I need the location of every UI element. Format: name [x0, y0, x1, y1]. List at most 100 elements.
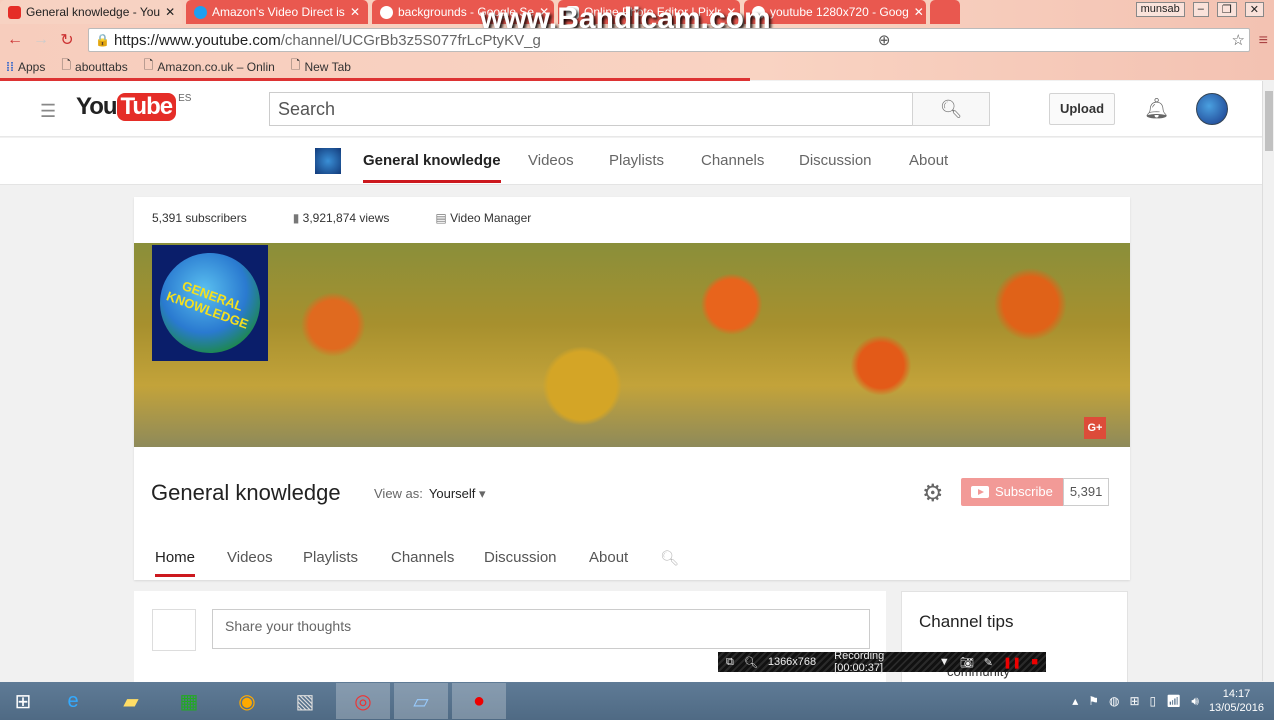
pencil-icon[interactable]: ✎ — [984, 656, 993, 669]
windows-taskbar: ⊞ e ▰ ▦ ◉ ▧ ◎ ▱ ● ▴ ⚑ ◍ ⊞ ▯ 📶︎ 🔊︎ 14:17 1… — [0, 682, 1274, 720]
subscriber-count: 5,391 subscribers — [152, 211, 247, 225]
address-bar[interactable]: 🔒 https://www.youtube.com/channel/UCGrBb… — [88, 28, 1250, 52]
hamburger-menu-icon[interactable]: ☰ — [40, 101, 56, 122]
youtube-play-icon — [971, 486, 989, 498]
channel-header-card: 5,391 subscribers ▮ 3,921,874 views ▤ Vi… — [134, 197, 1130, 580]
browser-tab[interactable]: Amazon's Video Direct is ✕ — [186, 0, 368, 24]
channel-nav-playlists[interactable]: Playlists — [609, 152, 664, 169]
notifications-bell-icon[interactable]: 🔔︎ — [1144, 96, 1169, 121]
new-tab-button[interactable] — [930, 0, 960, 24]
close-tab-icon[interactable]: ✕ — [350, 5, 360, 19]
browser-tab[interactable]: youtube 1280x720 - Goog ✕ — [744, 0, 926, 24]
pause-icon[interactable]: ❚❚ — [1003, 656, 1021, 669]
bookmark-item[interactable]: 🗋 New Tab — [291, 56, 351, 77]
chrome-menu-icon[interactable]: ≡ — [1259, 32, 1268, 50]
google-plus-link[interactable]: G+ — [1084, 417, 1106, 439]
bookmark-star-icon[interactable]: ☆ — [1232, 31, 1245, 49]
close-window-button[interactable]: ✕ — [1244, 2, 1264, 17]
battery-icon[interactable]: ▯ — [1150, 694, 1157, 708]
channel-avatar[interactable]: GENERAL KNOWLEDGE — [145, 238, 275, 368]
channel-search-icon[interactable]: 🔍︎ — [660, 549, 679, 567]
settings-gear-icon[interactable]: ⚙ — [922, 479, 944, 508]
search-input[interactable]: Search — [269, 92, 913, 126]
subscriber-count-badge: 5,391 — [1062, 478, 1110, 506]
restore-button[interactable]: ❐ — [1216, 2, 1237, 17]
view-count: ▮ 3,921,874 views — [292, 211, 390, 225]
channel-banner: GENERAL KNOWLEDGE G+ — [134, 238, 1130, 447]
file-explorer-icon[interactable]: ▰ — [104, 683, 158, 719]
camera-icon[interactable]: 📷︎ — [960, 656, 974, 669]
show-hidden-icons[interactable]: ▴ — [1072, 694, 1078, 708]
stop-icon[interactable]: ■ — [1031, 656, 1038, 668]
window-mode-icon[interactable]: ⧉ — [726, 656, 734, 669]
system-tray: ▴ ⚑ ◍ ⊞ ▯ 📶︎ 🔊︎ 14:17 13/05/2016 — [1072, 687, 1274, 715]
action-center-flag-icon[interactable]: ⚑ — [1088, 694, 1099, 708]
page-icon: 🗋 — [61, 58, 72, 72]
forward-icon[interactable]: → — [30, 31, 52, 49]
video-manager-link[interactable]: ▤ Video Manager — [435, 211, 531, 225]
bar-chart-icon: ▮ — [292, 211, 303, 225]
page-icon: 🗋 — [143, 58, 154, 72]
search-icon: 🔍︎ — [939, 99, 963, 119]
channel-nav-about[interactable]: About — [909, 152, 948, 169]
view-as-dropdown[interactable]: View as: Yourself ▾ — [374, 486, 486, 502]
browser-chrome: General knowledge - You ✕ Amazon's Video … — [0, 0, 1274, 81]
app-icon[interactable]: ▧ — [278, 683, 332, 719]
dropdown-arrow-icon: ▾ — [479, 486, 486, 501]
channel-nav-discussion[interactable]: Discussion — [799, 152, 872, 169]
browser-tab[interactable]: General knowledge - You ✕ — [0, 0, 182, 24]
youtube-favicon-icon — [8, 5, 21, 19]
share-thoughts-input[interactable]: Share your thoughts — [212, 609, 870, 649]
tab-playlists[interactable]: Playlists — [303, 549, 358, 566]
youtube-logo[interactable]: You Tube ES — [76, 93, 191, 121]
tray-app-icon[interactable]: ◍ — [1109, 694, 1119, 708]
windows-tray-icon[interactable]: ⊞ — [1129, 694, 1139, 708]
bandicam-icon[interactable]: ● — [452, 683, 506, 719]
notepad-icon[interactable]: ▱ — [394, 683, 448, 719]
channel-nav-channels[interactable]: Channels — [701, 152, 764, 169]
tab-discussion[interactable]: Discussion — [484, 549, 557, 566]
video-manager-icon: ▤ — [435, 211, 451, 225]
share-post-card: Share your thoughts — [134, 591, 886, 691]
internet-explorer-icon[interactable]: e — [46, 683, 100, 719]
magnifier-icon: 🔍︎ — [743, 656, 758, 669]
close-tab-icon[interactable]: ✕ — [914, 5, 924, 19]
channel-nav-home[interactable]: General knowledge — [363, 152, 501, 183]
channel-thumbnail[interactable] — [315, 148, 341, 174]
apps-grid-icon: ⁞⁞ — [6, 59, 14, 74]
search-button[interactable]: 🔍︎ — [912, 92, 990, 126]
page-icon: 🗋 — [290, 58, 301, 72]
bookmarks-bar: ⁞⁞ Apps 🗋 abouttabs 🗋 Amazon.co.uk – Onlin … — [6, 56, 351, 77]
subscribe-button[interactable]: Subscribe 5,391 — [961, 478, 1110, 506]
reload-icon[interactable]: ↻ — [56, 30, 78, 50]
channel-tips-title: Channel tips — [919, 612, 1014, 631]
close-tab-icon[interactable]: ✕ — [165, 5, 175, 19]
channel-nav-videos[interactable]: Videos — [528, 152, 574, 169]
bookmark-apps[interactable]: ⁞⁞ Apps — [6, 56, 45, 77]
tab-videos[interactable]: Videos — [227, 549, 273, 566]
tab-home[interactable]: Home — [155, 549, 196, 577]
volume-icon[interactable]: 🔊︎ — [1191, 694, 1199, 709]
lock-icon: 🔒 — [95, 33, 110, 47]
zoom-icon[interactable]: ⊕ — [878, 31, 891, 49]
network-signal-icon[interactable]: 📶︎ — [1166, 694, 1181, 708]
channel-tips-card: Channel tips community — [901, 591, 1128, 691]
back-icon[interactable]: ← — [4, 31, 26, 49]
minimize-button[interactable]: – — [1192, 2, 1209, 17]
tab-about[interactable]: About — [589, 549, 628, 566]
bandicam-recorder-bar: ⧉ 🔍︎ 1366x768 Recording [00:00:37] ▼ 📷︎ … — [718, 650, 1046, 674]
clock[interactable]: 14:17 13/05/2016 — [1209, 687, 1264, 715]
bookmark-item[interactable]: 🗋 Amazon.co.uk – Onlin — [144, 56, 275, 77]
picasa-icon[interactable]: ◉ — [220, 683, 274, 719]
chrome-icon[interactable]: ◎ — [336, 683, 390, 719]
page-scrollbar[interactable] — [1262, 81, 1274, 681]
tab-channels[interactable]: Channels — [391, 549, 454, 566]
dropdown-icon[interactable]: ▼ — [939, 656, 950, 668]
windows-start-icon[interactable]: ⊞ — [0, 689, 46, 714]
store-icon[interactable]: ▦ — [162, 683, 216, 719]
account-avatar[interactable] — [1196, 93, 1228, 125]
channel-nav: General knowledge Videos Playlists Chann… — [0, 138, 1262, 185]
bookmark-item[interactable]: 🗋 abouttabs — [61, 56, 127, 77]
upload-button[interactable]: Upload — [1049, 93, 1115, 125]
user-profile-button[interactable]: munsab — [1135, 2, 1185, 17]
